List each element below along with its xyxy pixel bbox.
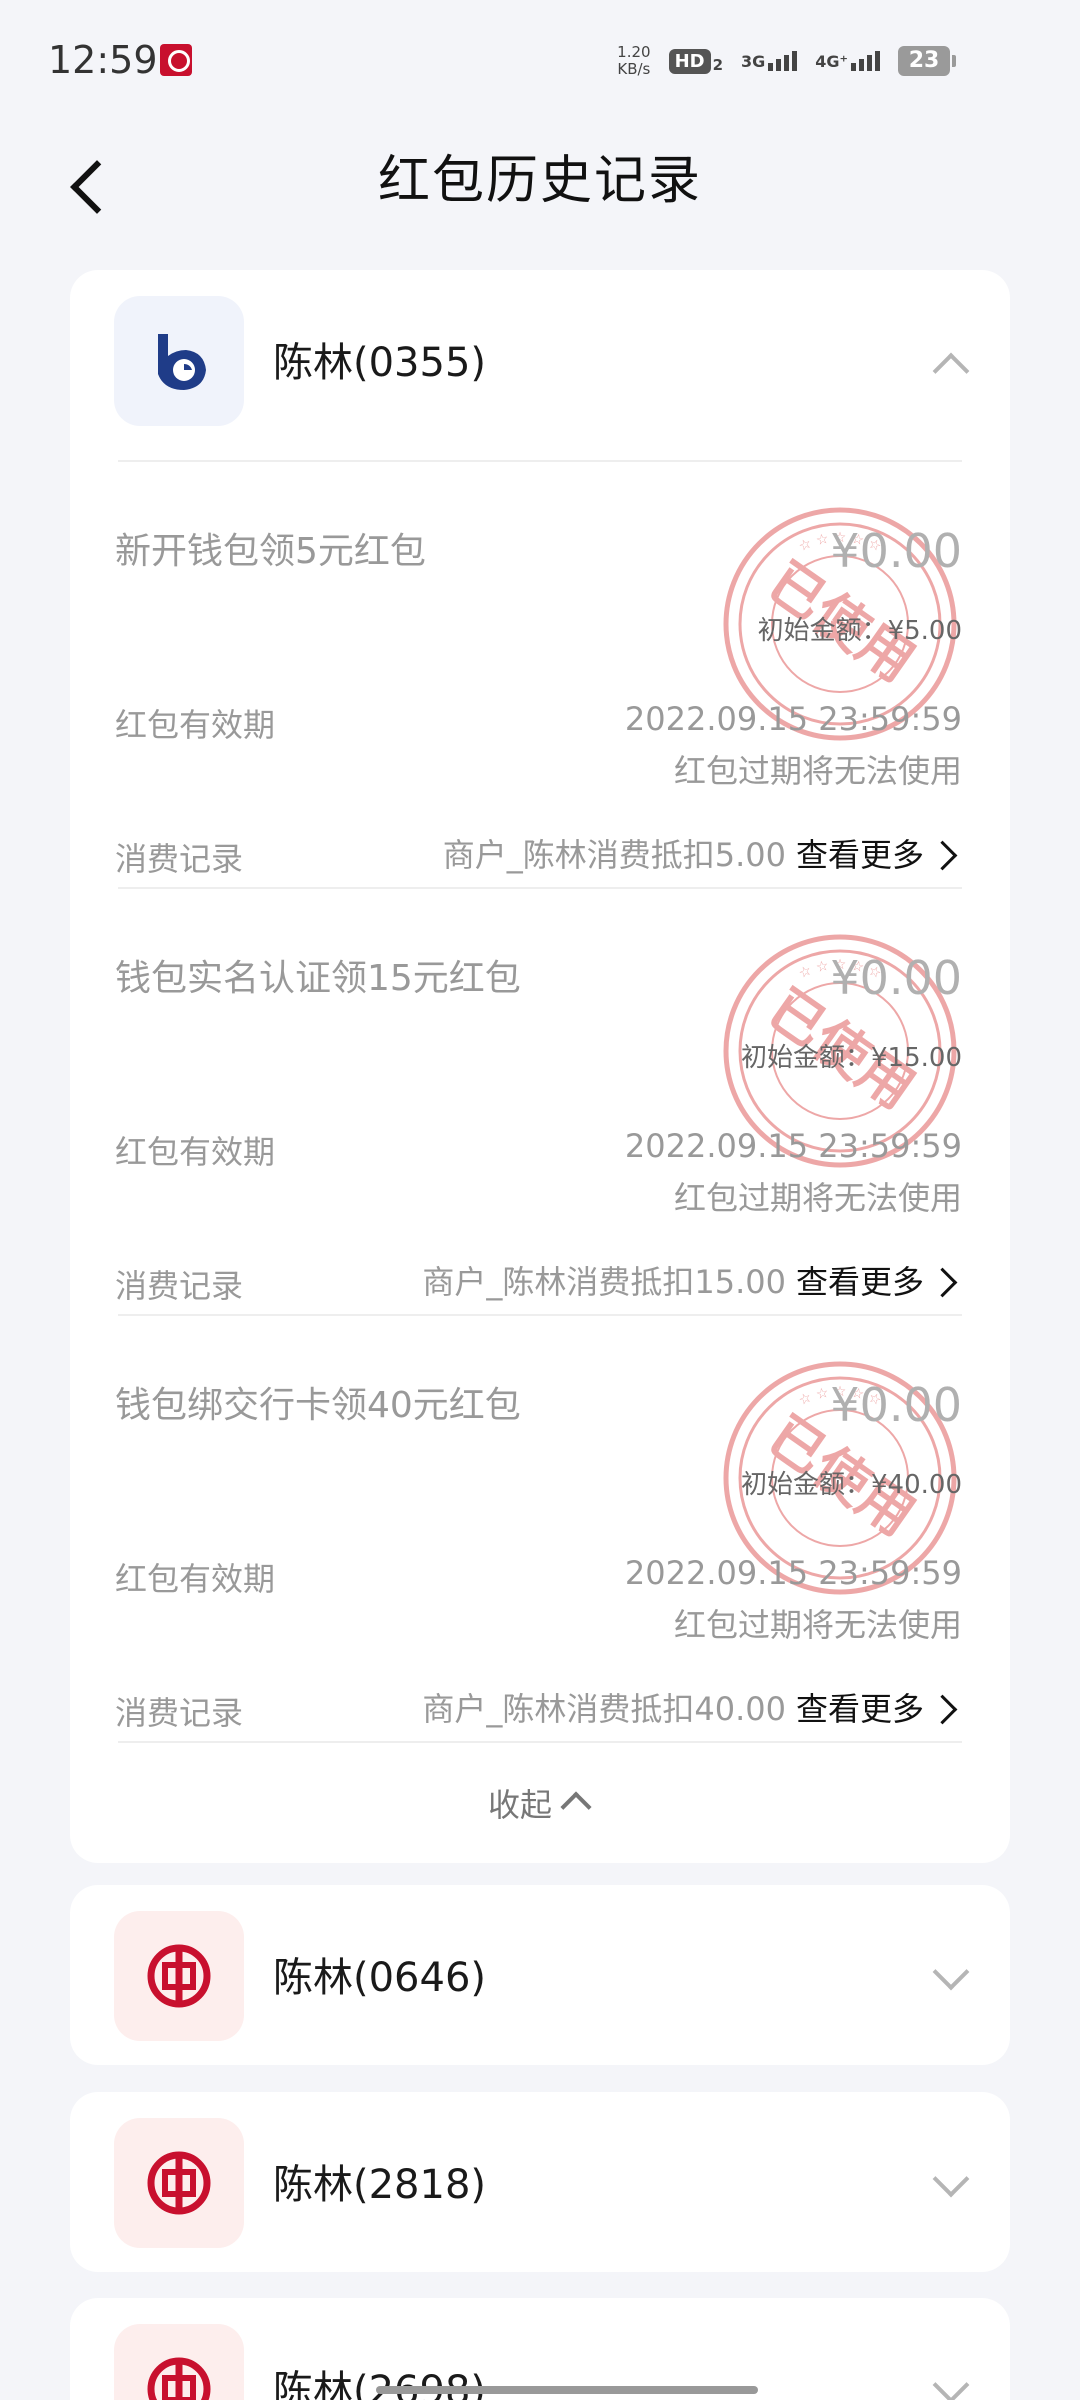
chevron-right-icon (928, 833, 962, 873)
account-name: 陈林(0355) (273, 340, 487, 386)
account-header[interactable]: 陈林(2818) (70, 2092, 1010, 2272)
consumption-text: 商户_陈林消费抵扣40.00 (422, 1690, 786, 1728)
validity-date: 2022.09.15 23:59:59 (624, 1554, 962, 1592)
account-name: 陈林(0646) (273, 1955, 487, 2001)
page-title: 红包历史记录 (377, 151, 702, 211)
bank-of-china-logo-icon (114, 2118, 244, 2248)
packet-name: 新开钱包领5元红包 (115, 531, 426, 572)
chevron-up-icon (558, 1788, 592, 1818)
view-more-link[interactable]: 商户_陈林消费抵扣5.00 查看更多 (443, 830, 962, 876)
consumption-label: 消费记录 (115, 1267, 244, 1305)
account-header[interactable]: 陈林(0646) (70, 1885, 1010, 2065)
packet-amount: ¥0.00 (830, 524, 962, 578)
hd-icon: HD 2 (668, 48, 723, 74)
chevron-down-icon[interactable] (930, 1955, 970, 1995)
account-card-0355: 陈林(0355) ☆ ☆ ☆ ☆ ☆ 已使用 新开钱包领5元红包 ¥0.00 初… (70, 270, 1010, 1863)
consumption-label: 消费记录 (115, 840, 244, 878)
red-packet-item: ☆ ☆ ☆ ☆ ☆ 已使用 钱包绑交行卡领40元红包 ¥0.00 初始金额：¥4… (70, 1316, 1010, 1741)
validity-label: 红包有效期 (115, 706, 276, 744)
notification-app-icon (160, 44, 192, 76)
red-packet-item: ☆ ☆ ☆ ☆ ☆ 已使用 钱包实名认证领15元红包 ¥0.00 初始金额：¥1… (70, 889, 1010, 1314)
consumption-text: 商户_陈林消费抵扣5.00 (442, 836, 786, 874)
packet-amount: ¥0.00 (830, 1378, 962, 1432)
packet-amount: ¥0.00 (830, 951, 962, 1005)
validity-label: 红包有效期 (115, 1560, 276, 1598)
packet-initial-amount: 初始金额：¥40.00 (741, 1470, 962, 1500)
account-card-2698[interactable]: 陈林(2698) (70, 2298, 1010, 2400)
chevron-right-icon (928, 1260, 962, 1300)
chevron-right-icon (928, 1687, 962, 1727)
account-header[interactable]: 陈林(2698) (70, 2298, 1010, 2400)
nav-header: 红包历史记录 (0, 126, 1080, 274)
signal-3g-icon: 3G (741, 51, 798, 71)
view-more-link[interactable]: 商户_陈林消费抵扣15.00 查看更多 (422, 1257, 962, 1303)
chevron-down-icon[interactable] (930, 2368, 970, 2400)
validity-note: 红包过期将无法使用 (673, 1179, 962, 1217)
red-packet-item: ☆ ☆ ☆ ☆ ☆ 已使用 新开钱包领5元红包 ¥0.00 初始金额：¥5.00… (70, 462, 1010, 887)
packet-name: 钱包实名认证领15元红包 (115, 958, 521, 999)
view-more-label: 查看更多 (795, 1263, 924, 1301)
account-card-2818[interactable]: 陈林(2818) (70, 2092, 1010, 2272)
network-speed: 1.20 KB/s (617, 43, 651, 78)
bank-of-china-logo-icon (114, 1911, 244, 2041)
view-more-label: 查看更多 (795, 1690, 924, 1728)
validity-note: 红包过期将无法使用 (673, 752, 962, 790)
signal-4g-icon: 4G⁺ (815, 51, 880, 71)
account-header[interactable]: 陈林(0355) (70, 270, 1010, 460)
battery-icon: 23 (898, 46, 956, 76)
validity-date: 2022.09.15 23:59:59 (624, 1127, 962, 1165)
account-card-0646[interactable]: 陈林(0646) (70, 1885, 1010, 2065)
bank-of-communications-logo-icon (114, 296, 244, 426)
status-time: 12:59 (48, 38, 158, 82)
home-indicator[interactable] (376, 2386, 758, 2394)
bank-of-china-logo-icon (114, 2324, 244, 2400)
status-bar: 12:59 1.20 KB/s HD 2 3G 4G⁺ 23 (0, 0, 1080, 126)
status-indicators: 1.20 KB/s HD 2 3G 4G⁺ 23 (617, 43, 956, 78)
validity-date: 2022.09.15 23:59:59 (624, 700, 962, 738)
validity-label: 红包有效期 (115, 1133, 276, 1171)
consumption-text: 商户_陈林消费抵扣15.00 (422, 1263, 786, 1301)
view-more-label: 查看更多 (795, 836, 924, 874)
account-name: 陈林(2818) (273, 2162, 487, 2208)
view-more-link[interactable]: 商户_陈林消费抵扣40.00 查看更多 (422, 1684, 962, 1730)
validity-note: 红包过期将无法使用 (673, 1606, 962, 1644)
packet-name: 钱包绑交行卡领40元红包 (115, 1385, 521, 1426)
consumption-label: 消费记录 (115, 1694, 244, 1732)
chevron-down-icon[interactable] (930, 2162, 970, 2202)
chevron-up-icon[interactable] (930, 340, 970, 380)
packet-initial-amount: 初始金额：¥15.00 (741, 1043, 962, 1073)
collapse-label: 收起 (487, 1786, 552, 1824)
packet-initial-amount: 初始金额：¥5.00 (757, 616, 962, 646)
collapse-button[interactable]: 收起 (70, 1743, 1010, 1863)
